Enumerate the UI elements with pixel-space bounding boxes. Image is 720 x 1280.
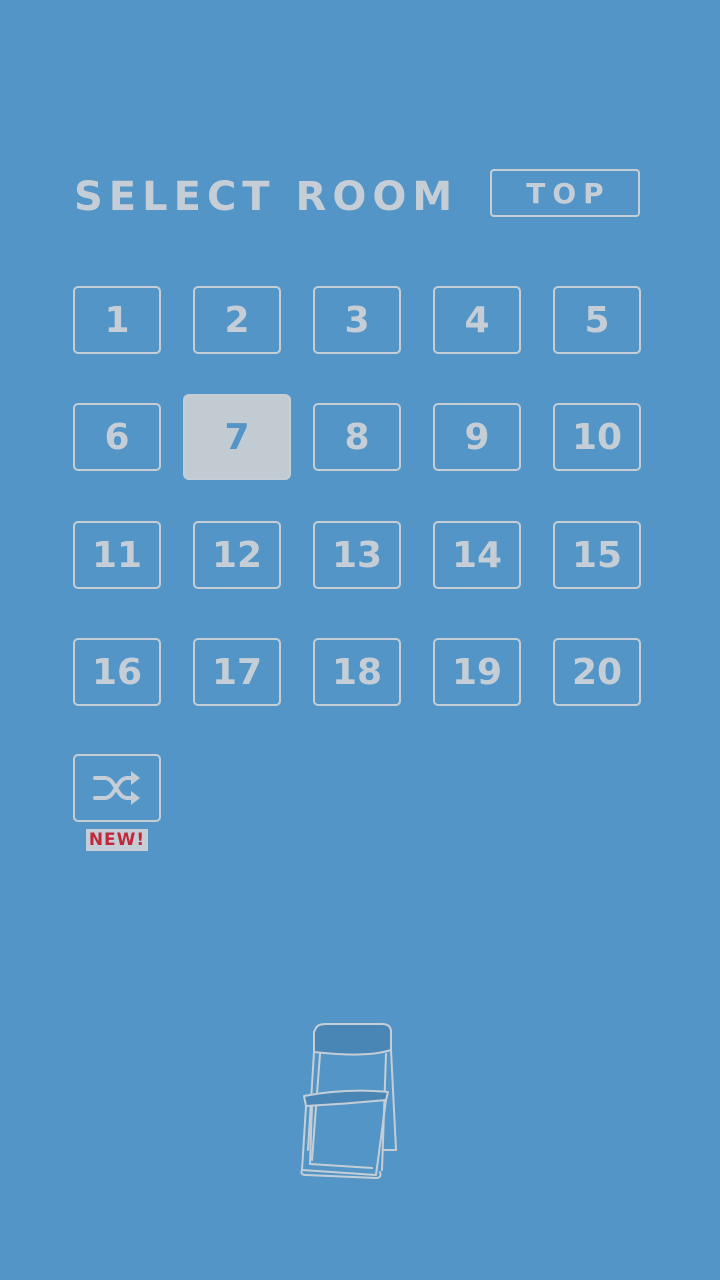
room-button-11[interactable]: 11 [73,521,161,589]
room-button-6[interactable]: 6 [73,403,161,471]
room-button-8[interactable]: 8 [313,403,401,471]
room-button-19[interactable]: 19 [433,638,521,706]
folding-chair-icon [300,1023,397,1179]
room-button-12[interactable]: 12 [193,521,281,589]
room-button-20[interactable]: 20 [553,638,641,706]
room-button-18[interactable]: 18 [313,638,401,706]
room-button-3[interactable]: 3 [313,286,401,354]
room-button-4[interactable]: 4 [433,286,521,354]
shuffle-icon [93,771,140,805]
room-button-7-selected[interactable]: 7 [183,394,291,480]
room-button-14[interactable]: 14 [433,521,521,589]
room-button-9[interactable]: 9 [433,403,521,471]
room-button-5[interactable]: 5 [553,286,641,354]
new-badge: NEW! [86,829,148,851]
top-button[interactable]: TOP [490,169,640,217]
room-button-17[interactable]: 17 [193,638,281,706]
room-button-13[interactable]: 13 [313,521,401,589]
shuffle-room-button[interactable] [73,754,161,822]
room-button-2[interactable]: 2 [193,286,281,354]
room-button-16[interactable]: 16 [73,638,161,706]
room-button-10[interactable]: 10 [553,403,641,471]
room-button-15[interactable]: 15 [553,521,641,589]
room-button-1[interactable]: 1 [73,286,161,354]
page-title: SELECT ROOM [74,174,459,220]
